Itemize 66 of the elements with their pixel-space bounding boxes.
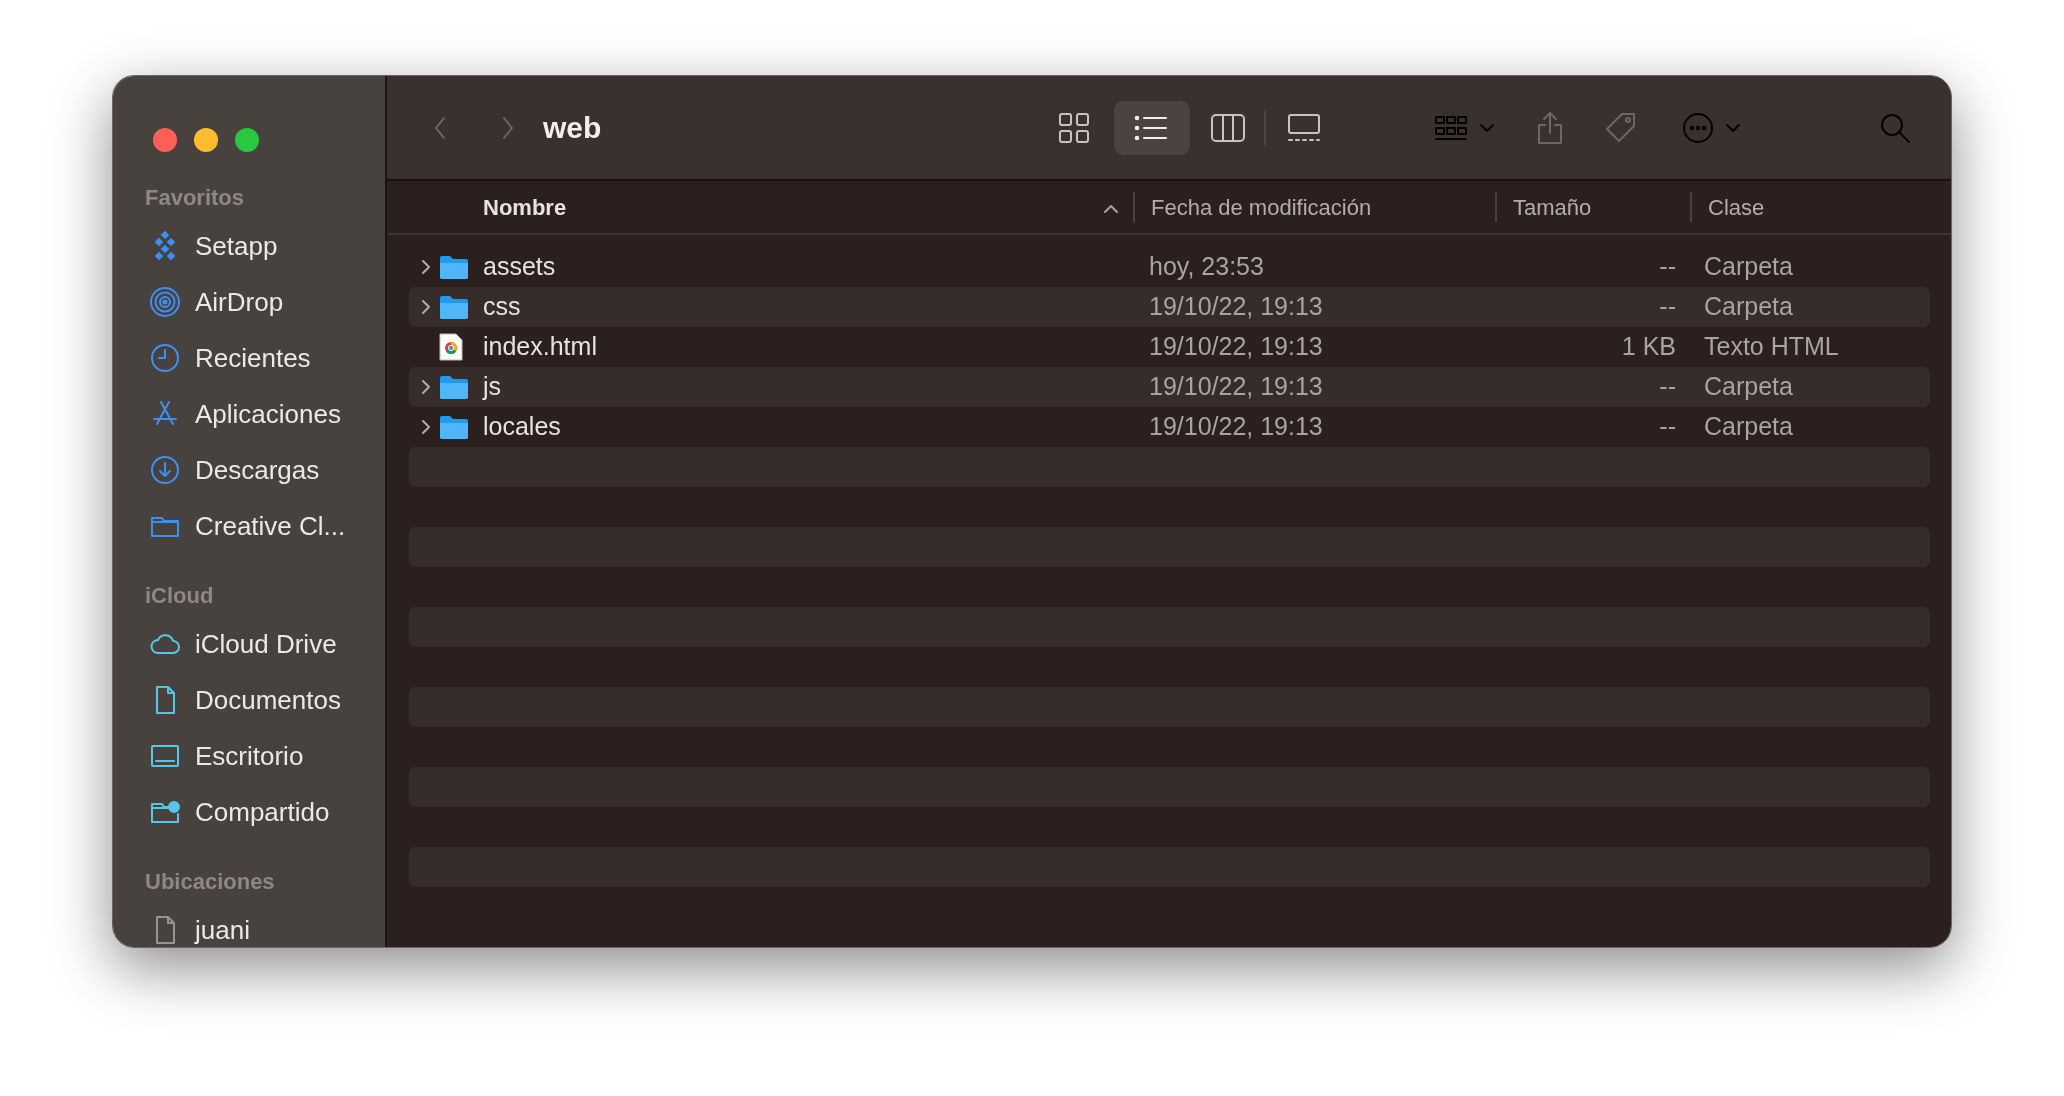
sidebar-item[interactable]: Compartido xyxy=(113,784,385,840)
sidebar-item[interactable]: Descargas xyxy=(113,442,385,498)
file-name: assets xyxy=(483,251,557,283)
zoom-button[interactable] xyxy=(235,128,259,152)
column-header[interactable]: Nombre xyxy=(483,190,567,224)
file-kind: Carpeta xyxy=(1704,412,1793,441)
file-size: 1 KB xyxy=(1621,332,1676,361)
file-row[interactable]: js 19/10/22, 19:13 -- Carpeta xyxy=(409,367,1930,407)
caret-down-icon xyxy=(1724,121,1742,134)
sort-ascending-icon xyxy=(1103,202,1119,215)
column-header[interactable]: Fecha de modificación xyxy=(1151,190,1372,224)
file-name: locales xyxy=(483,411,562,443)
modified-date: 19/10/22, 19:13 xyxy=(1149,332,1323,361)
download-icon xyxy=(149,454,181,486)
file-row[interactable]: assets hoy, 23:53 -- Carpeta xyxy=(409,247,1930,287)
file-kind: Carpeta xyxy=(1704,292,1793,321)
html-file-icon xyxy=(439,333,463,361)
file-kind: Carpeta xyxy=(1704,252,1793,281)
sidebar-section-title: Favoritos xyxy=(144,184,246,212)
file-row[interactable]: css 19/10/22, 19:13 -- Carpeta xyxy=(409,287,1930,327)
column-header[interactable]: Clase xyxy=(1708,190,1765,224)
sidebar-item[interactable]: Setapp xyxy=(113,218,385,274)
sidebar-item[interactable]: Documentos xyxy=(113,672,385,728)
window-title: web xyxy=(543,110,603,146)
file-size: -- xyxy=(1659,412,1676,441)
folder-icon xyxy=(439,375,469,399)
file-kind: Carpeta xyxy=(1704,372,1793,401)
close-button[interactable] xyxy=(153,128,177,152)
view-mode-button[interactable] xyxy=(1114,100,1190,155)
file-row[interactable]: index.html 19/10/22, 19:13 1 KB Texto HTML xyxy=(409,327,1930,367)
gallery-view-icon xyxy=(1286,111,1322,144)
modified-date: 19/10/22, 19:13 xyxy=(1149,292,1323,321)
sidebar-item[interactable]: Escritorio xyxy=(113,728,385,784)
caret-down-icon xyxy=(1478,121,1496,134)
modified-date: 19/10/22, 19:13 xyxy=(1149,372,1323,401)
sidebar-item[interactable]: AirDrop xyxy=(113,274,385,330)
modified-date: 19/10/22, 19:13 xyxy=(1149,412,1323,441)
minimize-button[interactable] xyxy=(194,128,218,152)
sidebar-item[interactable]: iCloud Drive xyxy=(113,616,385,672)
sidebar-item[interactable]: Aplicaciones xyxy=(113,386,385,442)
file-name: index.html xyxy=(483,331,598,363)
airdrop-icon xyxy=(149,286,181,318)
column-view-icon xyxy=(1210,111,1246,144)
more-options-icon xyxy=(1682,111,1714,144)
file-row[interactable]: locales 19/10/22, 19:13 -- Carpeta xyxy=(409,407,1930,447)
file-size: -- xyxy=(1659,372,1676,401)
file-size: -- xyxy=(1659,292,1676,321)
clock-icon xyxy=(149,342,181,374)
sidebar-section-title: Ubicaciones xyxy=(144,868,276,896)
modified-date: hoy, 23:53 xyxy=(1149,252,1264,281)
file-size: -- xyxy=(1659,252,1676,281)
file-name: css xyxy=(483,291,522,323)
sidebar-item[interactable]: Recientes xyxy=(113,330,385,386)
file-name: js xyxy=(483,371,503,403)
tag-icon xyxy=(1604,110,1638,145)
column-header[interactable]: Tamaño xyxy=(1513,190,1592,224)
file-kind: Texto HTML xyxy=(1704,332,1839,361)
sidebar-item[interactable]: Creative Cl... xyxy=(113,498,385,554)
share-icon xyxy=(1536,110,1564,145)
folder-icon xyxy=(439,255,469,279)
sidebar-item[interactable]: juani xyxy=(113,902,385,947)
folder-icon xyxy=(439,415,469,439)
folder-icon xyxy=(439,295,469,319)
sidebar-section-title: iCloud xyxy=(144,582,215,610)
search-icon xyxy=(1879,111,1911,144)
group-grid-icon xyxy=(1434,113,1468,142)
